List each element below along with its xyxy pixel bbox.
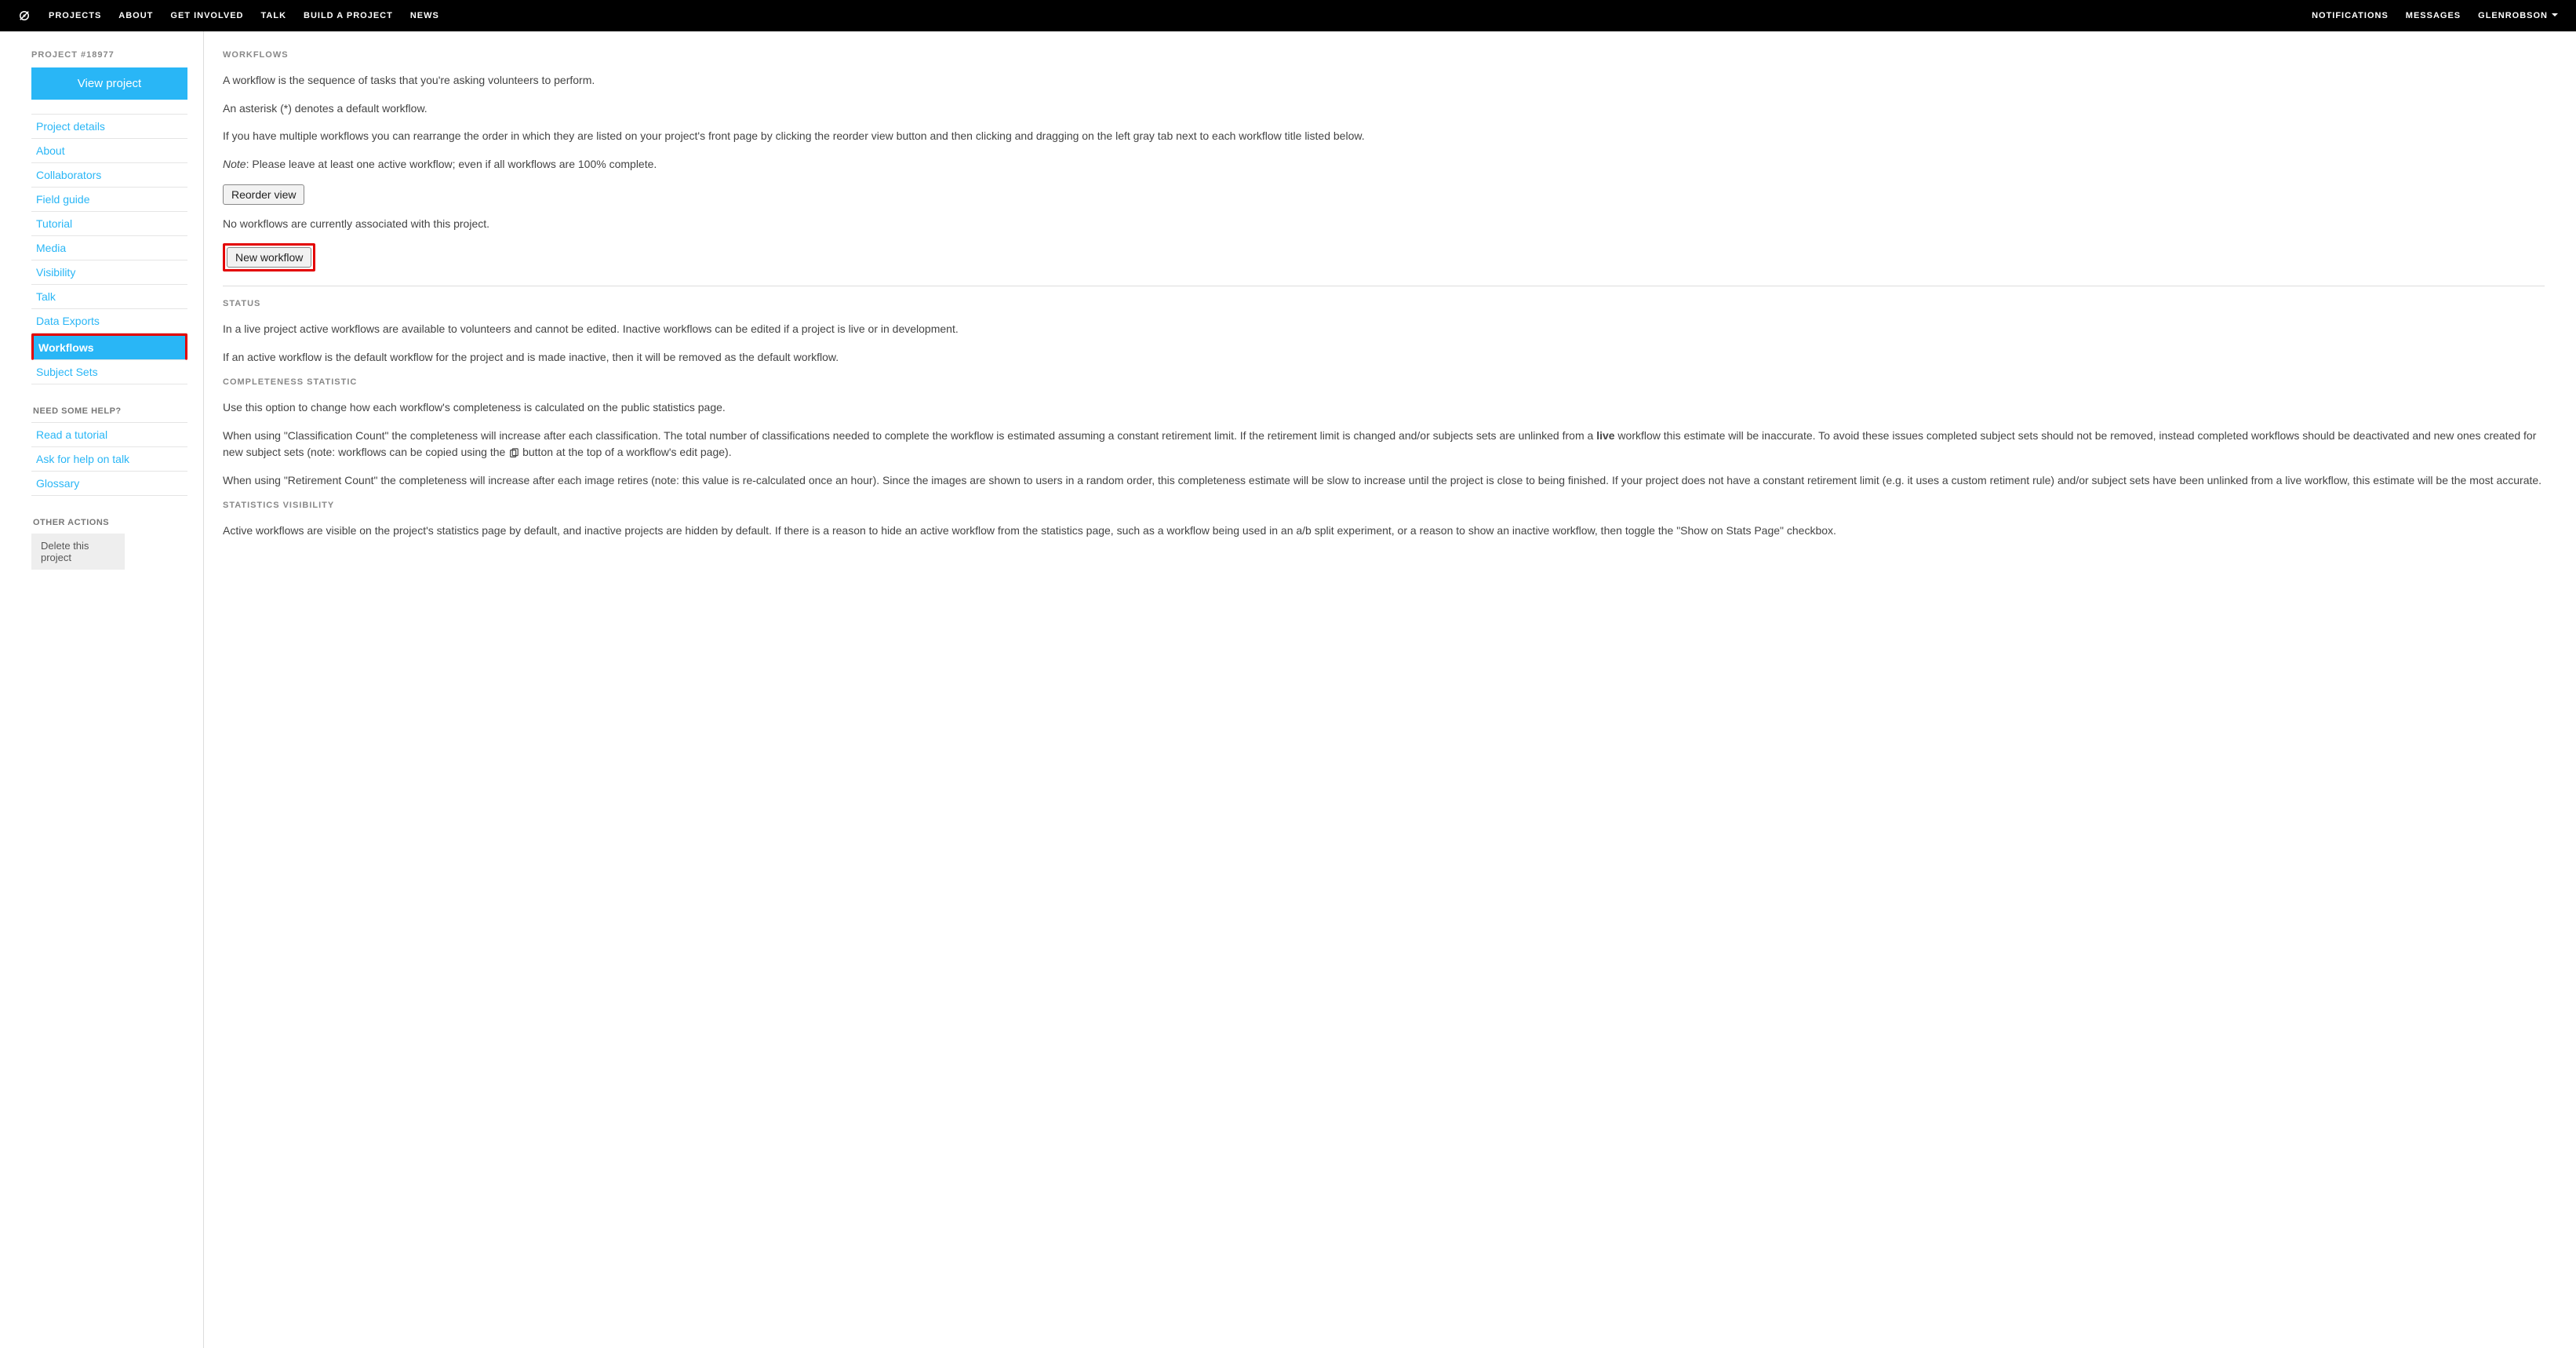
completeness-p3: When using "Retirement Count" the comple… bbox=[223, 472, 2545, 490]
stats-visibility-p1: Active workflows are visible on the proj… bbox=[223, 523, 2545, 540]
nav-talk[interactable]: TALK bbox=[261, 11, 287, 20]
workflows-none-text: No workflows are currently associated wi… bbox=[223, 216, 2545, 233]
delete-project-button[interactable]: Delete this project bbox=[31, 534, 125, 570]
nav-projects[interactable]: PROJECTS bbox=[49, 11, 101, 20]
nav-notifications[interactable]: NOTIFICATIONS bbox=[2312, 11, 2389, 20]
sidebar-item-talk[interactable]: Talk bbox=[31, 285, 187, 308]
workflows-note-body: : Please leave at least one active workf… bbox=[246, 158, 657, 170]
completeness-p1: Use this option to change how each workf… bbox=[223, 399, 2545, 417]
zooniverse-logo-icon[interactable] bbox=[17, 9, 31, 23]
nav-username: GLENROBSON bbox=[2478, 11, 2548, 20]
navbar-left: PROJECTS ABOUT GET INVOLVED TALK BUILD A… bbox=[17, 9, 439, 23]
stats-visibility-heading: STATISTICS VISIBILITY bbox=[223, 501, 2545, 510]
sidebar-item-subject-sets[interactable]: Subject Sets bbox=[31, 360, 187, 384]
sidebar-item-data-exports[interactable]: Data Exports bbox=[31, 309, 187, 333]
chevron-down-icon bbox=[2551, 11, 2559, 21]
sidebar-item-tutorial[interactable]: Tutorial bbox=[31, 212, 187, 235]
status-heading: STATUS bbox=[223, 299, 2545, 308]
completeness-p2a: When using "Classification Count" the co… bbox=[223, 429, 1596, 442]
workflows-note-text: Note: Please leave at least one active w… bbox=[223, 156, 2545, 173]
copy-icon bbox=[508, 445, 519, 462]
completeness-p2: When using "Classification Count" the co… bbox=[223, 428, 2545, 462]
sidebar-other-label: OTHER ACTIONS bbox=[33, 518, 187, 527]
top-navbar: PROJECTS ABOUT GET INVOLVED TALK BUILD A… bbox=[0, 0, 2576, 31]
note-label: Note bbox=[223, 158, 246, 170]
sidebar-item-project-details[interactable]: Project details bbox=[31, 115, 187, 138]
workflows-multi-text: If you have multiple workflows you can r… bbox=[223, 128, 2545, 145]
sidebar-item-collaborators[interactable]: Collaborators bbox=[31, 163, 187, 187]
nav-news[interactable]: NEWS bbox=[410, 11, 439, 20]
sidebar-item-read-tutorial[interactable]: Read a tutorial bbox=[31, 423, 187, 446]
view-project-button[interactable]: View project bbox=[31, 67, 187, 100]
nav-about[interactable]: ABOUT bbox=[118, 11, 153, 20]
sidebar-item-ask-help-talk[interactable]: Ask for help on talk bbox=[31, 447, 187, 471]
sidebar-item-media[interactable]: Media bbox=[31, 236, 187, 260]
status-p1: In a live project active workflows are a… bbox=[223, 321, 2545, 338]
nav-get-involved[interactable]: GET INVOLVED bbox=[170, 11, 243, 20]
sidebar-item-field-guide[interactable]: Field guide bbox=[31, 188, 187, 211]
navbar-right: NOTIFICATIONS MESSAGES GLENROBSON bbox=[2312, 11, 2559, 21]
nav-build-a-project[interactable]: BUILD A PROJECT bbox=[304, 11, 393, 20]
sidebar-item-workflows[interactable]: Workflows bbox=[34, 336, 185, 359]
new-workflow-button[interactable]: New workflow bbox=[227, 247, 311, 268]
status-p2: If an active workflow is the default wor… bbox=[223, 349, 2545, 366]
highlighted-new-workflow: New workflow bbox=[223, 243, 315, 271]
completeness-p2-bold-live: live bbox=[1596, 429, 1614, 442]
nav-messages[interactable]: MESSAGES bbox=[2406, 11, 2461, 20]
workflows-asterisk-text: An asterisk (*) denotes a default workfl… bbox=[223, 100, 2545, 118]
sidebar-item-about[interactable]: About bbox=[31, 139, 187, 162]
nav-user-menu[interactable]: GLENROBSON bbox=[2478, 11, 2559, 21]
main-content: WORKFLOWS A workflow is the sequence of … bbox=[204, 31, 2576, 1348]
sidebar-nav-help: Read a tutorial Ask for help on talk Glo… bbox=[31, 422, 187, 496]
sidebar-nav-main: Project details About Collaborators Fiel… bbox=[31, 114, 187, 384]
reorder-view-button[interactable]: Reorder view bbox=[223, 184, 304, 205]
sidebar-item-visibility[interactable]: Visibility bbox=[31, 260, 187, 284]
workflows-heading: WORKFLOWS bbox=[223, 50, 2545, 60]
project-id-label: PROJECT #18977 bbox=[31, 50, 187, 60]
completeness-heading: COMPLETENESS STATISTIC bbox=[223, 377, 2545, 387]
completeness-p2d: button at the top of a workflow's edit p… bbox=[519, 446, 731, 458]
sidebar-item-glossary[interactable]: Glossary bbox=[31, 472, 187, 495]
sidebar: PROJECT #18977 View project Project deta… bbox=[0, 31, 204, 1348]
workflows-intro-text: A workflow is the sequence of tasks that… bbox=[223, 72, 2545, 89]
sidebar-help-label: NEED SOME HELP? bbox=[33, 406, 187, 416]
highlighted-sidebar-workflows: Workflows bbox=[31, 333, 187, 360]
